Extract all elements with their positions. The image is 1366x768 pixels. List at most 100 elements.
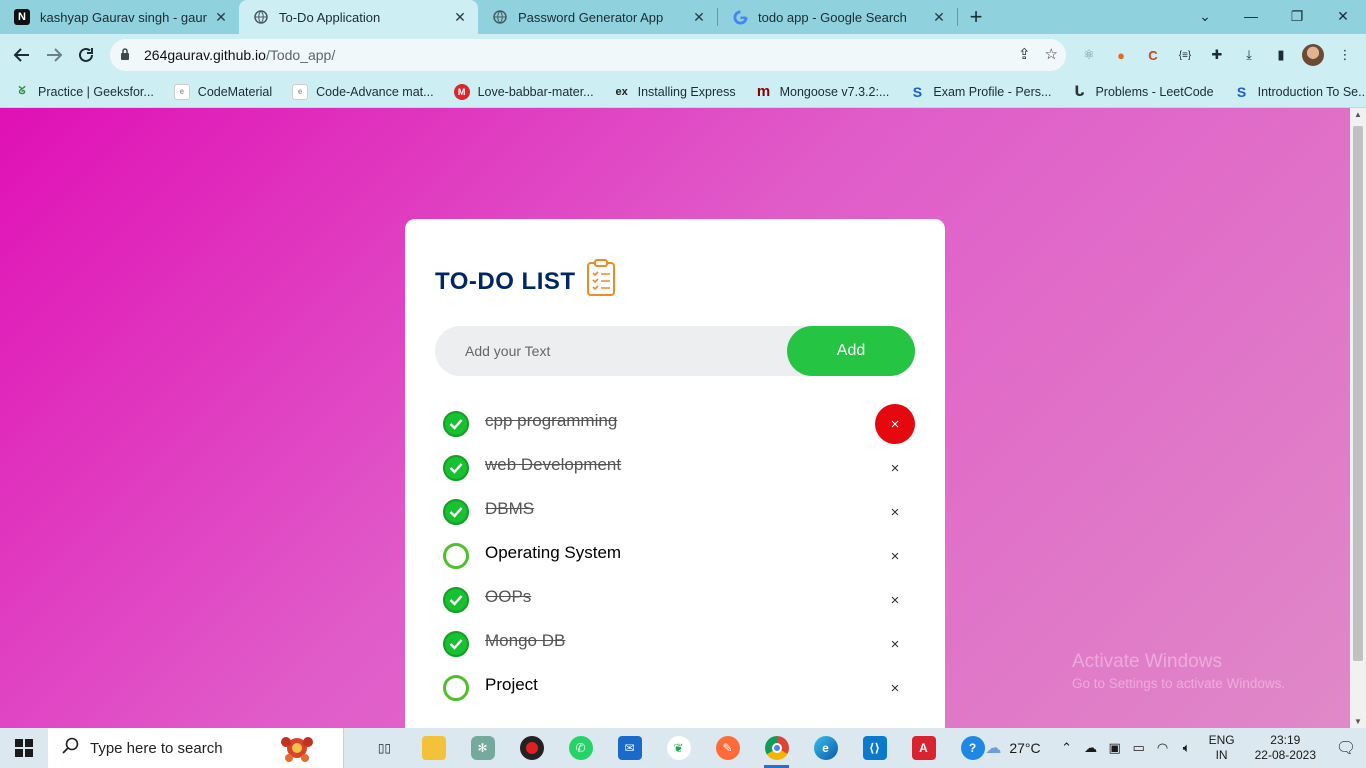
tab-title: kashyap Gaurav singh - gauravsi: [40, 9, 207, 25]
chatgpt-icon[interactable]: ✻: [458, 728, 507, 768]
tab-search-icon[interactable]: ⌄: [1182, 0, 1228, 32]
edge-icon[interactable]: e: [801, 728, 850, 768]
meet-now-icon[interactable]: ▣: [1103, 740, 1127, 756]
windows-start-icon[interactable]: [0, 728, 48, 768]
unchecked-circle-icon[interactable]: [443, 675, 469, 701]
puzzle-extensions-icon[interactable]: ✚: [1206, 44, 1228, 66]
delete-icon[interactable]: ×: [875, 580, 915, 620]
honey-extension-icon[interactable]: ●: [1110, 44, 1132, 66]
obs-record-icon[interactable]: [507, 728, 556, 768]
scroll-down-icon[interactable]: ▼: [1354, 717, 1362, 726]
json-viewer-icon[interactable]: {≡}: [1174, 44, 1196, 66]
delete-icon[interactable]: ×: [875, 624, 915, 664]
scroll-up-icon[interactable]: ▲: [1354, 110, 1362, 119]
postman-icon[interactable]: ✎: [703, 728, 752, 768]
unchecked-circle-icon[interactable]: [443, 543, 469, 569]
checked-circle-icon[interactable]: [443, 455, 469, 481]
minimize-icon[interactable]: —: [1228, 0, 1274, 32]
checked-circle-icon[interactable]: [443, 587, 469, 613]
menu-kebab-icon[interactable]: ⋮: [1334, 44, 1356, 66]
delete-icon[interactable]: ×: [875, 536, 915, 576]
whatsapp-icon[interactable]: ✆: [556, 728, 605, 768]
c-extension-icon[interactable]: C: [1142, 44, 1164, 66]
wifi-icon[interactable]: ◠: [1151, 740, 1175, 756]
bookmark-label: Exam Profile - Pers...: [933, 84, 1052, 99]
delete-icon[interactable]: ×: [875, 404, 915, 444]
browser-tab-strip: N kashyap Gaurav singh - gauravsi ✕ To-D…: [0, 0, 1366, 34]
bookmark-item[interactable]: ᒐ Problems - LeetCode: [1071, 83, 1214, 100]
restore-icon[interactable]: ❐: [1274, 0, 1320, 32]
activate-windows-watermark: Activate Windows Go to Settings to activ…: [1072, 651, 1285, 691]
delete-icon[interactable]: ×: [875, 448, 915, 488]
notification-icon[interactable]: 🗨︎: [1326, 738, 1366, 758]
task-input[interactable]: [435, 343, 787, 359]
bookmark-star-icon[interactable]: ☆: [1045, 45, 1058, 63]
todo-item[interactable]: DBMS ×: [435, 490, 915, 534]
todo-list: cpp programming × web Development × DBMS…: [435, 402, 915, 710]
onedrive-cloud-icon[interactable]: ☁: [1079, 740, 1103, 756]
add-button[interactable]: Add: [787, 326, 915, 376]
bookmark-item[interactable]: S Exam Profile - Pers...: [909, 84, 1052, 100]
battery-icon[interactable]: ▭: [1127, 740, 1151, 756]
vscode-icon[interactable]: ⟨⟩: [850, 728, 899, 768]
profile-avatar[interactable]: [1302, 44, 1324, 66]
volume-icon[interactable]: 🔈︎: [1175, 740, 1199, 756]
tab-title: Password Generator App: [518, 9, 664, 25]
browser-tab-2[interactable]: To-Do Application ✕: [239, 0, 478, 34]
close-tab-icon[interactable]: ✕: [213, 9, 229, 26]
back-arrow-icon[interactable]: [6, 39, 38, 71]
new-tab-button[interactable]: +: [958, 0, 994, 34]
close-window-icon[interactable]: ✕: [1320, 0, 1366, 32]
bookmark-item[interactable]: M Love-babbar-mater...: [453, 83, 594, 100]
reload-icon[interactable]: [70, 39, 102, 71]
todo-item[interactable]: Project ×: [435, 666, 915, 710]
close-tab-icon[interactable]: ✕: [452, 9, 468, 26]
taskview-icon[interactable]: ▯▯: [360, 728, 409, 768]
todo-item[interactable]: OOPs ×: [435, 578, 915, 622]
delete-icon[interactable]: ×: [875, 668, 915, 708]
bookmark-item[interactable]: e CodeMaterial: [173, 83, 273, 100]
checked-circle-icon[interactable]: [443, 411, 469, 437]
delete-icon[interactable]: ×: [875, 492, 915, 532]
checked-circle-icon[interactable]: [443, 631, 469, 657]
acrobat-icon[interactable]: A: [899, 728, 948, 768]
checked-circle-icon[interactable]: [443, 499, 469, 525]
address-bar[interactable]: 264gaurav.github.io/Todo_app/ ⇪ ☆: [110, 39, 1066, 71]
browser-tab-3[interactable]: Password Generator App ✕: [478, 0, 717, 34]
page-scrollbar[interactable]: ▲ ▼: [1350, 108, 1366, 728]
todo-item[interactable]: cpp programming ×: [435, 402, 915, 446]
todo-item[interactable]: web Development ×: [435, 446, 915, 490]
chevron-up-icon[interactable]: ⌃: [1055, 740, 1079, 756]
file-explorer-icon[interactable]: [409, 728, 458, 768]
todo-item[interactable]: Operating System ×: [435, 534, 915, 578]
bookmark-item[interactable]: S Introduction To Se...: [1234, 84, 1366, 100]
side-panel-icon[interactable]: ▮: [1270, 44, 1292, 66]
bookmark-label: Problems - LeetCode: [1095, 84, 1214, 99]
browser-toolbar: 264gaurav.github.io/Todo_app/ ⇪ ☆ ⚛ ● C …: [0, 34, 1366, 76]
react-devtools-icon[interactable]: ⚛: [1078, 44, 1100, 66]
leetcode-icon: ᒐ: [1074, 83, 1085, 99]
forward-arrow-icon[interactable]: [38, 39, 70, 71]
mongodb-compass-icon[interactable]: ❦: [654, 728, 703, 768]
bookmark-item[interactable]: m Mongoose v7.3.2:...: [756, 83, 889, 100]
browser-tab-1[interactable]: N kashyap Gaurav singh - gauravsi ✕: [0, 0, 239, 34]
weather-widget[interactable]: ☁ 27°C: [985, 738, 1040, 758]
bookmark-item[interactable]: ᘜ Practice | Geeksfor...: [14, 84, 153, 100]
mail-icon[interactable]: ✉: [605, 728, 654, 768]
chrome-icon[interactable]: [752, 728, 801, 768]
scrollbar-thumb[interactable]: [1353, 126, 1363, 661]
browser-tab-4[interactable]: todo app - Google Search ✕: [718, 0, 957, 34]
taskbar-search-box[interactable]: Type here to search: [48, 728, 344, 768]
clipboard-icon: [586, 259, 616, 304]
todo-item[interactable]: Mongo DB ×: [435, 622, 915, 666]
language-indicator[interactable]: ENG IN: [1209, 733, 1235, 763]
share-icon[interactable]: ⇪: [1018, 45, 1031, 63]
bookmark-label: CodeMaterial: [197, 84, 273, 99]
download-icon[interactable]: ⤓: [1238, 44, 1260, 66]
todo-text: Operating System: [485, 543, 622, 562]
bookmark-item[interactable]: ex Installing Express: [614, 84, 735, 100]
close-tab-icon[interactable]: ✕: [931, 9, 947, 26]
close-tab-icon[interactable]: ✕: [691, 9, 707, 26]
bookmark-item[interactable]: e Code-Advance mat...: [292, 83, 434, 100]
clock[interactable]: 23:19 22-08-2023: [1255, 733, 1316, 763]
